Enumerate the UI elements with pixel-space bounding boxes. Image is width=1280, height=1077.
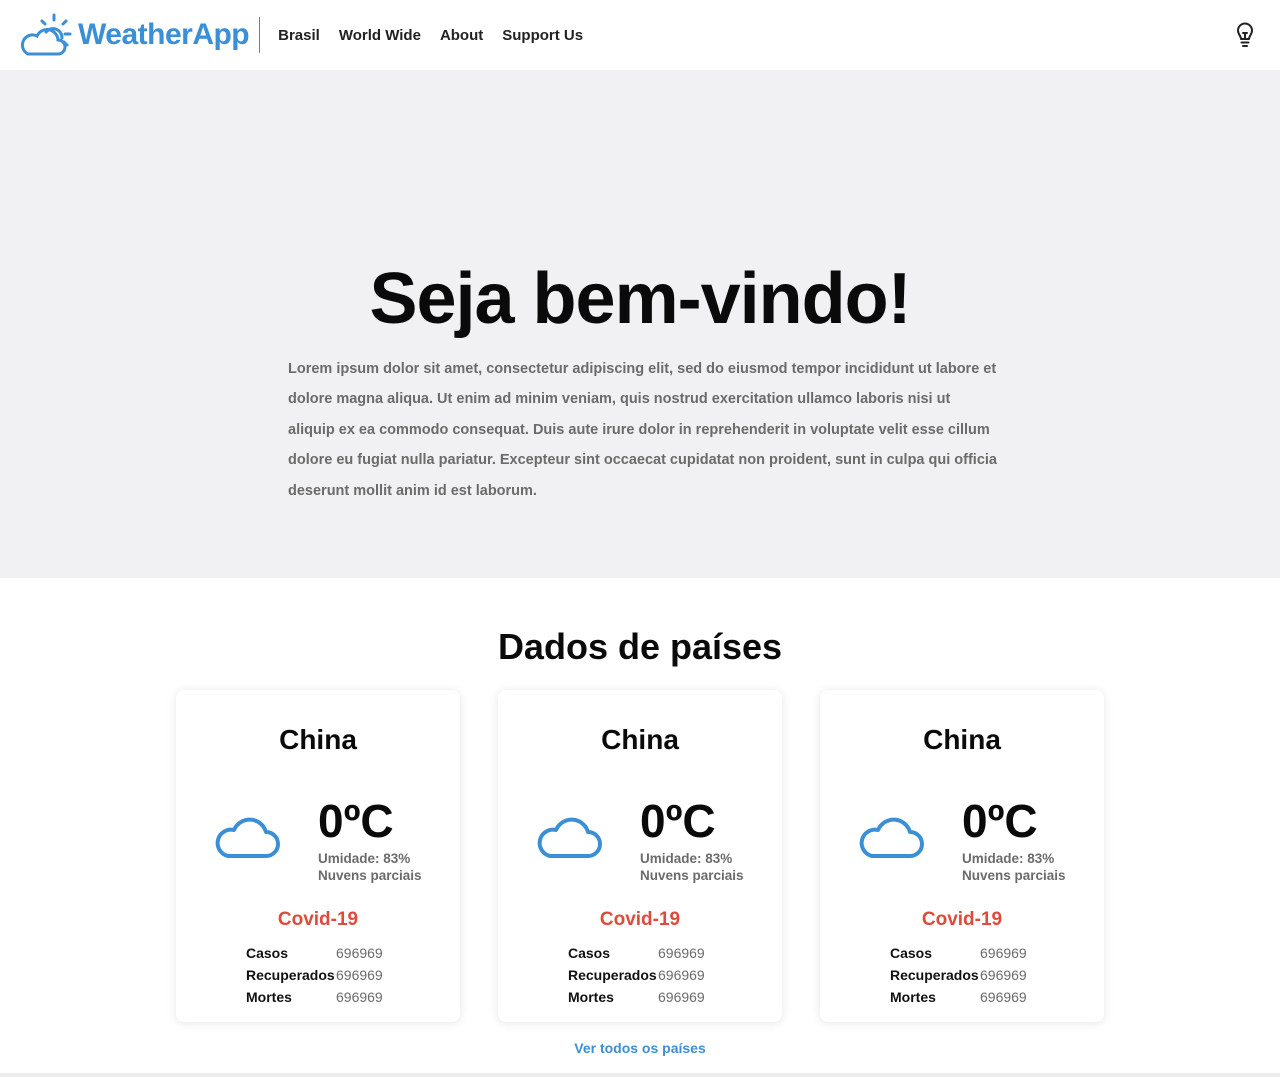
stat-label: Recuperados — [890, 967, 979, 983]
stat-value: 696969 — [980, 967, 1027, 983]
table-row: Casos 696969 — [568, 942, 705, 964]
nav-link-support-us[interactable]: Support Us — [502, 27, 583, 44]
covid-stats: Casos 696969 Recuperados 696969 Mortes 6969… — [568, 942, 705, 1008]
hero-title: Seja bem-vindo! — [369, 259, 911, 339]
covid-stats: Casos 696969 Recuperados 696969 Mortes 6969… — [890, 942, 1027, 1008]
temperature: 0ºC — [318, 795, 394, 847]
stat-label: Mortes — [890, 989, 936, 1005]
hero-paragraph: Lorem ipsum dolor sit amet, consectetur … — [288, 361, 997, 499]
covid-stats: Casos 696969 Recuperados 696969 Mortes 6969… — [246, 942, 383, 1008]
stat-label: Casos — [890, 945, 933, 961]
stat-label: Recuperados — [568, 967, 657, 983]
hero-section: Seja bem-vindo! Lorem ipsum dolor sit am… — [0, 70, 1280, 578]
humidity: Umidade: 83% — [318, 851, 411, 866]
covid-title: Covid-19 — [277, 909, 359, 930]
table-row: Casos 696969 — [890, 942, 1027, 964]
table-row: Mortes 696969 — [890, 986, 1027, 1008]
weather-condition: Nuvens parciais — [318, 868, 422, 883]
stat-value: 696969 — [336, 989, 383, 1005]
cloud-sun-icon — [20, 13, 72, 56]
stat-label: Recuperados — [246, 967, 335, 983]
weather-condition: Nuvens parciais — [962, 868, 1066, 883]
stat-value: 696969 — [980, 989, 1027, 1005]
humidity: Umidade: 83% — [962, 851, 1055, 866]
bottom-divider — [0, 1073, 1280, 1077]
country-name: China — [279, 724, 357, 755]
stat-value: 696969 — [336, 967, 383, 983]
temperature: 0ºC — [962, 795, 1038, 847]
weather-details: Umidade: 83% Nuvens parciais — [318, 850, 422, 884]
see-all-countries-link[interactable]: Ver todos os países — [0, 1040, 1280, 1056]
stat-label: Mortes — [568, 989, 614, 1005]
cloud-icon — [859, 817, 924, 858]
top-header: WeatherApp Brasil World Wide About Suppo… — [0, 0, 1280, 70]
weather-details: Umidade: 83% Nuvens parciais — [640, 850, 744, 884]
table-row: Casos 696969 — [246, 942, 383, 964]
nav-link-world-wide[interactable]: World Wide — [339, 27, 421, 44]
table-row: Recuperados 696969 — [246, 964, 383, 986]
cloud-icon — [537, 817, 602, 858]
humidity: Umidade: 83% — [640, 851, 733, 866]
country-card[interactable]: China 0ºC Umidade: 83% Nuvens parciais C… — [176, 690, 460, 1022]
country-cards: China 0ºC Umidade: 83% Nuvens parciais C… — [176, 690, 1104, 1022]
nav-link-brasil[interactable]: Brasil — [278, 27, 320, 44]
table-row: Recuperados 696969 — [568, 964, 705, 986]
stat-value: 696969 — [336, 945, 383, 961]
stat-value: 696969 — [658, 945, 705, 961]
section-title: Dados de países — [497, 626, 783, 667]
temperature: 0ºC — [640, 795, 716, 847]
stat-label: Casos — [246, 945, 289, 961]
covid-title: Covid-19 — [599, 909, 681, 930]
table-row: Mortes 696969 — [568, 986, 705, 1008]
stat-label: Casos — [568, 945, 611, 961]
logo[interactable]: WeatherApp — [18, 0, 250, 70]
country-card[interactable]: China 0ºC Umidade: 83% Nuvens parciais C… — [820, 690, 1104, 1022]
weather-details: Umidade: 83% Nuvens parciais — [962, 850, 1066, 884]
logo-text: WeatherApp — [78, 18, 250, 51]
table-row: Recuperados 696969 — [890, 964, 1027, 986]
nav-link-about[interactable]: About — [440, 27, 483, 44]
country-name: China — [923, 724, 1001, 755]
stat-value: 696969 — [658, 989, 705, 1005]
table-row: Mortes 696969 — [246, 986, 383, 1008]
cloud-icon — [215, 817, 280, 858]
stat-value: 696969 — [980, 945, 1027, 961]
lightbulb-icon[interactable] — [1234, 22, 1256, 48]
countries-section: Dados de países China 0ºC Umidade: 83% N… — [0, 578, 1280, 1077]
stat-value: 696969 — [658, 967, 705, 983]
weather-condition: Nuvens parciais — [640, 868, 744, 883]
header-divider — [259, 17, 261, 53]
main-nav: Brasil World Wide About Support Us — [278, 27, 583, 44]
country-card[interactable]: China 0ºC Umidade: 83% Nuvens parciais C… — [498, 690, 782, 1022]
country-name: China — [601, 724, 679, 755]
covid-title: Covid-19 — [921, 909, 1003, 930]
stat-label: Mortes — [246, 989, 292, 1005]
